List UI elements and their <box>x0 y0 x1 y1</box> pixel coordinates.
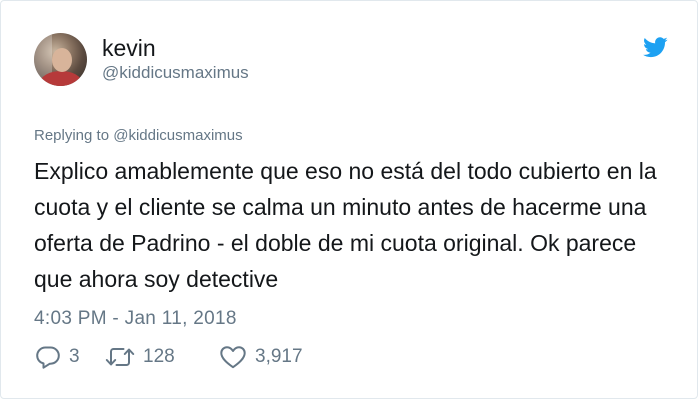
reply-count: 3 <box>69 346 80 367</box>
like-button[interactable]: 3,917 <box>219 344 303 370</box>
reply-bubble-icon <box>36 346 60 369</box>
retweet-arrows-icon <box>105 348 135 366</box>
avatar-shirt <box>40 71 82 86</box>
tweet-card: kevin @kiddicusmaximus Replying to @kidd… <box>0 0 698 399</box>
author-name[interactable]: kevin <box>102 34 156 62</box>
heart-icon <box>220 346 246 369</box>
reply-button[interactable]: 3 <box>35 344 105 370</box>
retweet-count: 128 <box>143 346 175 367</box>
avatar[interactable] <box>34 33 87 86</box>
author-handle[interactable]: @kiddicusmaximus <box>102 63 249 83</box>
tweet-text: Explico amablemente que eso no está del … <box>34 158 657 292</box>
like-count: 3,917 <box>255 346 303 367</box>
twitter-bird-icon[interactable] <box>643 37 668 58</box>
retweet-button[interactable]: 128 <box>105 344 219 370</box>
tweet-timestamp[interactable]: 4:03 PM - Jan 11, 2018 <box>34 308 237 330</box>
tweet-actions: 3 128 3,917 <box>35 344 303 370</box>
avatar-face <box>52 48 72 72</box>
replying-to-label[interactable]: Replying to @kiddicusmaximus <box>34 127 243 145</box>
